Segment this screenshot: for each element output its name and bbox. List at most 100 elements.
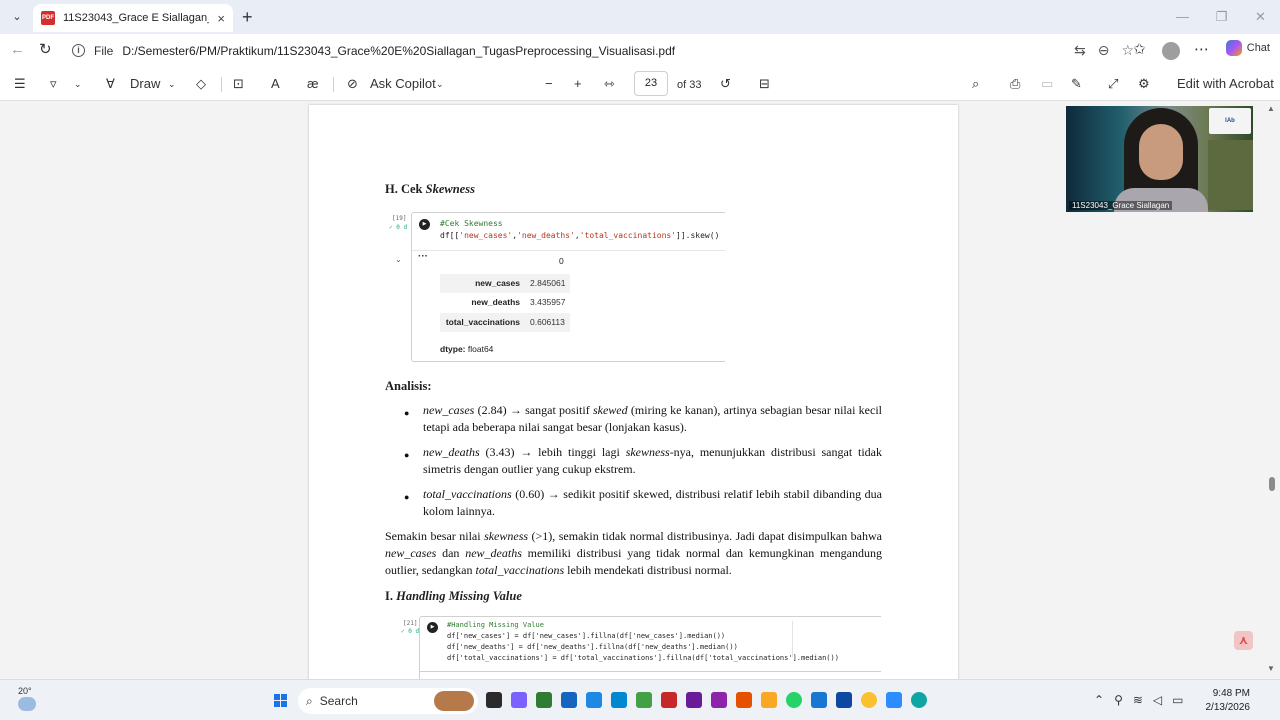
search-highlight-image: [434, 691, 474, 711]
restore-button[interactable]: ❐: [1202, 0, 1241, 34]
taskbar-search[interactable]: ⌕ Search: [298, 688, 478, 714]
app-icon[interactable]: [586, 692, 602, 708]
outlook-icon[interactable]: [836, 692, 852, 708]
browser-tab-bar: ⌄ PDF 11S23043_Grace E Siallagan_Tugas ×…: [0, 0, 1280, 34]
app-icon[interactable]: [611, 692, 627, 708]
page-total: of 33: [677, 79, 702, 91]
acrobat-float-icon[interactable]: ⋏: [1234, 631, 1253, 650]
highlight-icon[interactable]: ▿: [50, 76, 57, 92]
zoom-in-button[interactable]: +: [574, 76, 582, 92]
output-divider: [412, 250, 725, 251]
app-icon[interactable]: [711, 692, 727, 708]
acrobat-icon[interactable]: [661, 692, 677, 708]
back-arrow-icon[interactable]: ←: [10, 42, 25, 58]
code-line: df['new_cases'] = df['new_cases'].fillna…: [447, 632, 726, 640]
store-icon[interactable]: [561, 692, 577, 708]
collapse-output-chevron-icon[interactable]: ⌄: [395, 255, 402, 264]
eraser-icon[interactable]: ◇: [196, 76, 206, 92]
info-icon[interactable]: i: [72, 44, 85, 57]
ask-copilot-dropdown-icon[interactable]: ⌄: [436, 76, 444, 92]
table-row: total_vaccinations 0.606113: [440, 313, 570, 332]
run-cell-play-icon[interactable]: ▶: [419, 219, 430, 230]
rotate-icon[interactable]: ↺: [720, 76, 731, 92]
scroll-thumb[interactable]: [1269, 477, 1275, 491]
app-icon[interactable]: [736, 692, 752, 708]
weather-temperature[interactable]: 20°: [18, 686, 32, 696]
vertical-scrollbar[interactable]: ▲ ▼: [1264, 101, 1280, 679]
background-logo: IAb: [1209, 108, 1251, 134]
clock-time: 9:48 PM: [1212, 688, 1250, 699]
reload-icon[interactable]: ↻: [39, 42, 52, 58]
bullet-icon: ●: [404, 450, 410, 460]
app-icon[interactable]: [636, 692, 652, 708]
scroll-up-arrow-icon[interactable]: ▲: [1267, 104, 1275, 113]
contents-icon[interactable]: ☰: [14, 76, 26, 92]
save-as-icon[interactable]: ✎: [1071, 76, 1082, 92]
tab-close-icon[interactable]: ×: [217, 11, 225, 26]
fit-page-icon[interactable]: ⇿: [604, 76, 615, 92]
page-view-icon[interactable]: ⊟: [759, 76, 770, 92]
code-line: df[['new_cases','new_deaths','total_vacc…: [440, 231, 720, 240]
draw-button[interactable]: Draw: [130, 76, 160, 92]
webcam-overlay: IAb 11S23043_Grace Siallagan: [1066, 106, 1253, 212]
minimize-button[interactable]: —: [1163, 0, 1202, 34]
close-window-button[interactable]: ✕: [1241, 0, 1280, 34]
chrome-icon[interactable]: [861, 692, 877, 708]
app-icon[interactable]: [686, 692, 702, 708]
windows-taskbar: 20° ⌕ Search ⌃ ⚲ ≋ ◁ ▭ 9:48 PM 2/13/2026: [0, 679, 1280, 720]
volume-icon[interactable]: ◁: [1153, 693, 1162, 707]
tray-app-icon[interactable]: ⚲: [1114, 693, 1123, 707]
new-tab-button[interactable]: +: [242, 8, 253, 26]
pdf-page: H. Cek Skewness [19] ✓ 0 d ▶ #Cek Skewne…: [309, 105, 958, 679]
favorites-icon[interactable]: ✩: [1133, 42, 1146, 58]
zoom-out-button[interactable]: −: [545, 76, 553, 92]
scroll-down-arrow-icon[interactable]: ▼: [1267, 664, 1275, 673]
file-explorer-icon[interactable]: [761, 692, 777, 708]
draw-dropdown-icon[interactable]: ⌄: [168, 76, 176, 92]
tray-chevron-icon[interactable]: ⌃: [1094, 693, 1104, 707]
app-icon[interactable]: [536, 692, 552, 708]
translate-icon[interactable]: ⇆: [1074, 41, 1086, 59]
presenter-face: [1139, 124, 1183, 180]
url-text[interactable]: D:/Semester6/PM/Praktikum/11S23043_Grace…: [122, 44, 675, 58]
ask-copilot-icon[interactable]: ⊘: [347, 76, 358, 92]
vscode-icon[interactable]: [811, 692, 827, 708]
text-box-icon[interactable]: ⊡: [233, 76, 244, 92]
ask-copilot-button[interactable]: Ask Copilot: [370, 76, 436, 92]
bullet-icon: ●: [404, 408, 410, 418]
profile-avatar[interactable]: [1162, 42, 1180, 60]
search-icon[interactable]: ⌕: [972, 76, 979, 92]
windows-start-icon[interactable]: [274, 694, 287, 707]
weather-cloud-icon[interactable]: [18, 697, 36, 711]
run-cell-play-icon[interactable]: ▶: [427, 622, 438, 633]
whatsapp-icon[interactable]: [786, 692, 802, 708]
draw-icon[interactable]: ∀: [106, 76, 115, 92]
copilot-app-icon[interactable]: [511, 692, 527, 708]
settings-gear-icon[interactable]: ⚙: [1138, 76, 1150, 92]
more-menu-icon[interactable]: ⋯: [1194, 42, 1209, 58]
edit-with-acrobat-button[interactable]: Edit with Acrobat: [1177, 76, 1274, 92]
wifi-icon[interactable]: ≋: [1133, 693, 1143, 707]
zoom-icon[interactable]: [886, 692, 902, 708]
output-more-icon[interactable]: ···: [418, 251, 428, 262]
address-bar[interactable]: i File D:/Semester6/PM/Praktikum/11S2304…: [64, 37, 1134, 64]
pdf-toolbar: ☰ ▿ ⌄ ∀ Draw ⌄ ◇ ⊡ A æ ⊘ Ask Copilot ⌄ −…: [0, 67, 1280, 101]
highlight-dropdown-icon[interactable]: ⌄: [74, 76, 82, 92]
system-clock[interactable]: 9:48 PM 2/13/2026: [1206, 687, 1251, 715]
window-controls: — ❐ ✕: [1163, 0, 1280, 34]
task-view-icon[interactable]: [486, 692, 502, 708]
translate-text-icon[interactable]: æ: [307, 76, 319, 92]
edge-icon[interactable]: [911, 692, 927, 708]
page-number-input[interactable]: 23: [634, 71, 668, 96]
fullscreen-icon[interactable]: ⤢: [1108, 76, 1118, 92]
address-bar-actions: ⇆ ⊖ ☆: [1074, 41, 1134, 59]
battery-icon[interactable]: ▭: [1172, 693, 1183, 707]
print-icon[interactable]: ⎙: [1010, 76, 1020, 92]
tab-actions-menu-icon[interactable]: ⌄: [8, 8, 26, 26]
read-aloud-icon[interactable]: A: [271, 76, 280, 92]
zoom-icon[interactable]: ⊖: [1098, 41, 1110, 59]
save-icon[interactable]: ▭: [1041, 76, 1053, 92]
browser-tab[interactable]: PDF 11S23043_Grace E Siallagan_Tugas ×: [33, 4, 233, 32]
cell-divider: [792, 621, 793, 657]
chat-button[interactable]: Chat: [1225, 40, 1270, 56]
